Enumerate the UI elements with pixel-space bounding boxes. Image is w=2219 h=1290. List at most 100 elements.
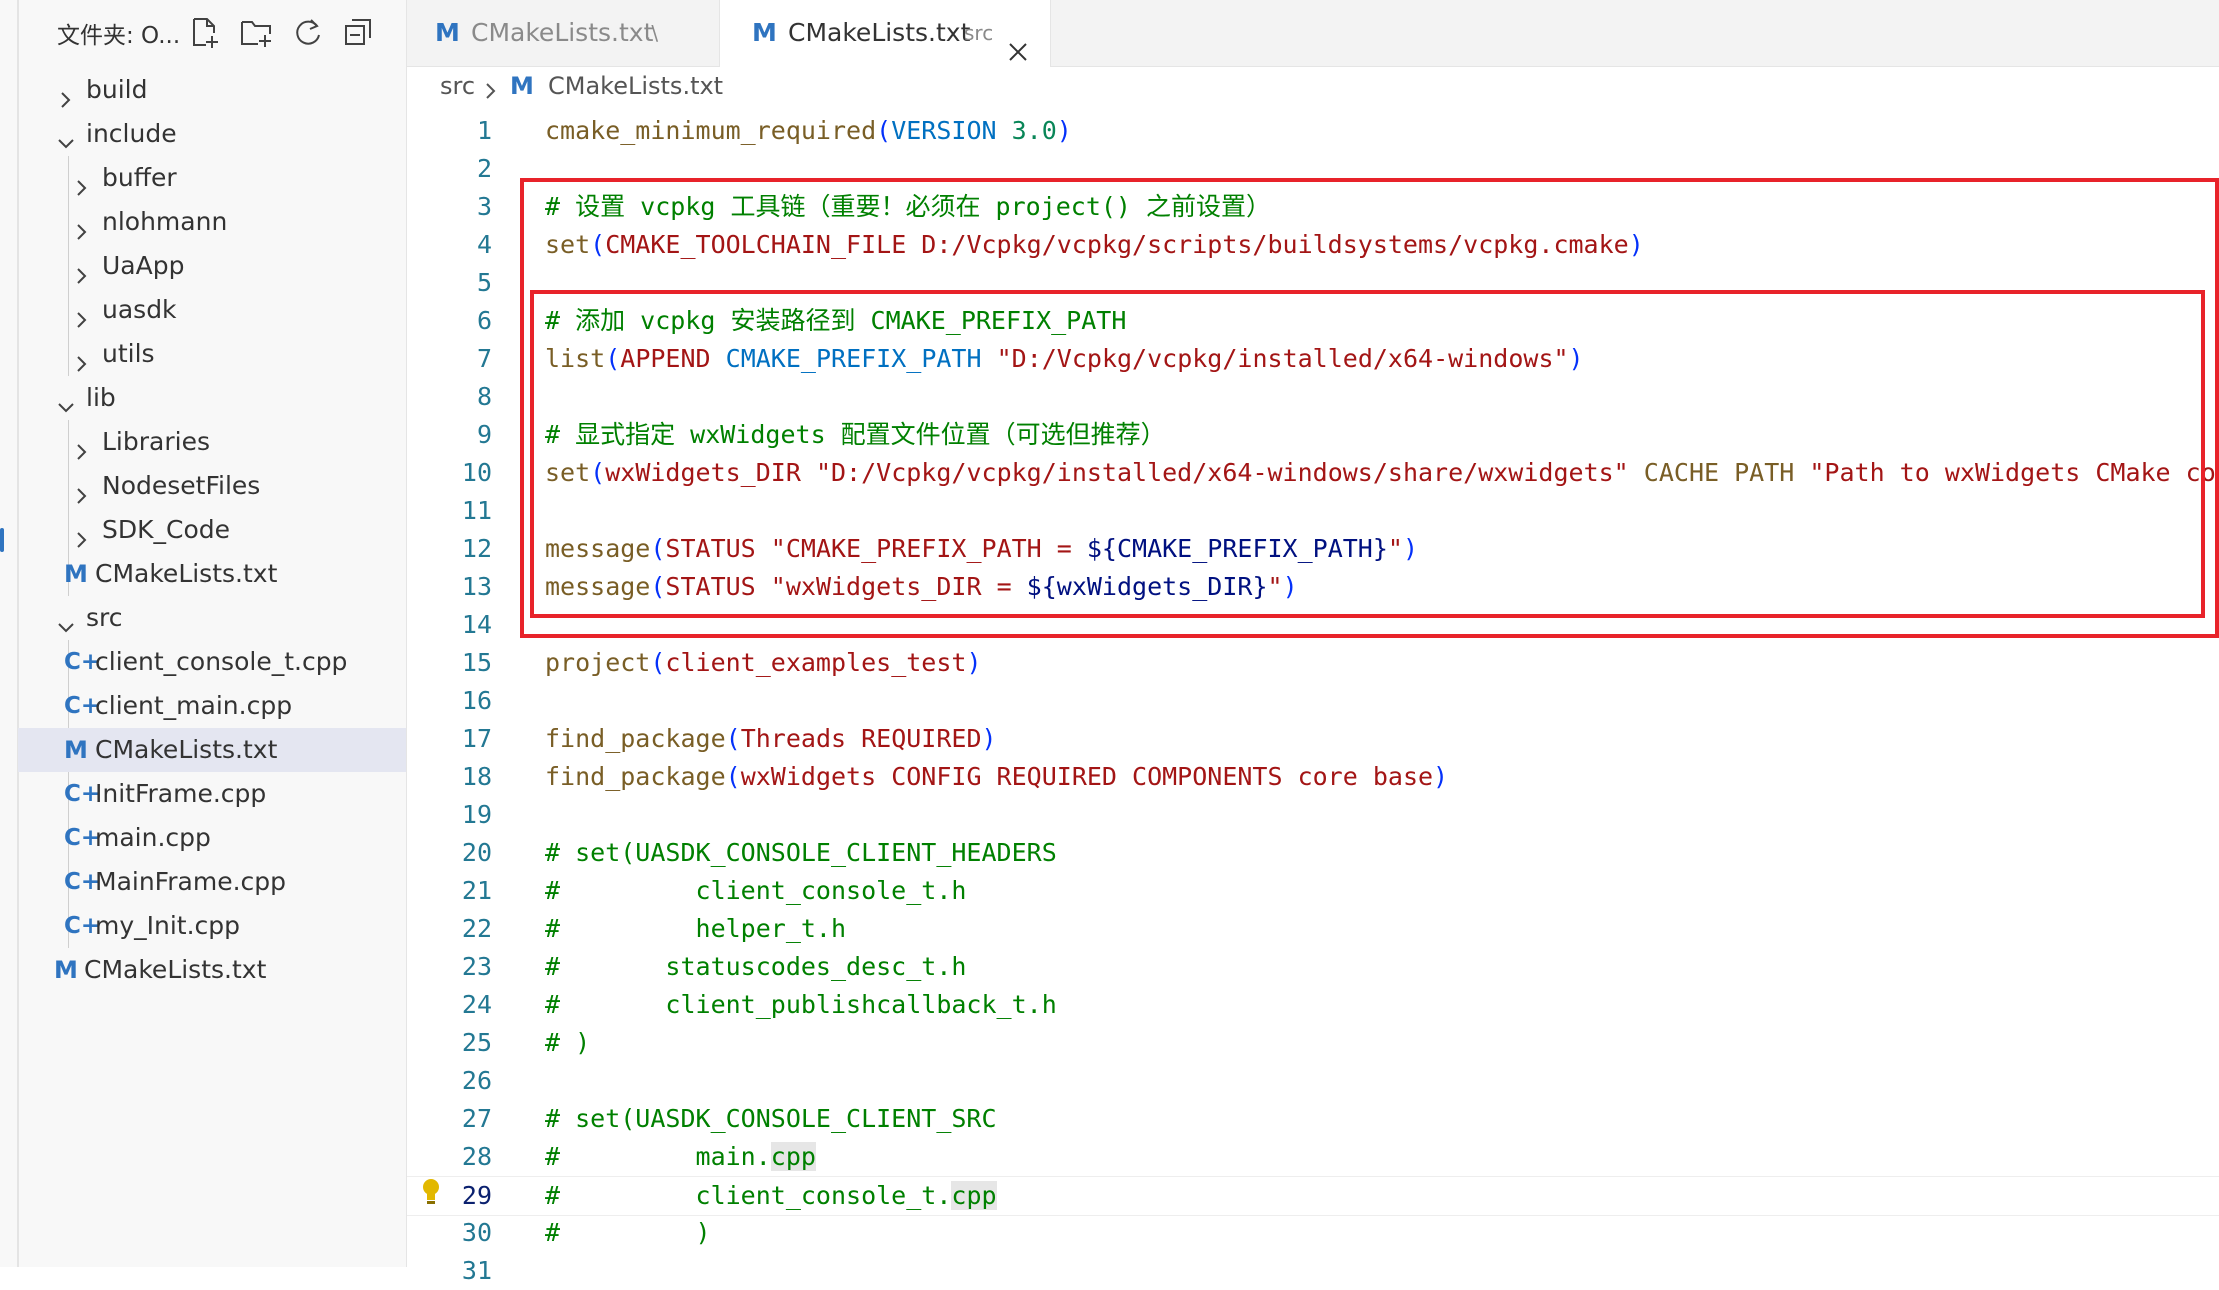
tree-item-label: SDK_Code	[102, 515, 231, 544]
line-number: 18	[461, 762, 492, 791]
tree-file[interactable]: M CMakeLists.txt	[18, 552, 406, 596]
code-line[interactable]: 15 project(client_examples_test)	[407, 644, 2219, 682]
code-token: (	[650, 648, 666, 677]
annotation-box-inner	[530, 290, 2205, 618]
code-line[interactable]: 21 # client_console_t.h	[407, 872, 2219, 910]
tree-folder[interactable]: SDK_Code	[18, 508, 406, 552]
tree-item-label: lib	[86, 383, 116, 412]
tree-item-label: Libraries	[102, 427, 210, 456]
tree-folder[interactable]: nlohmann	[18, 200, 406, 244]
new-folder-icon[interactable]	[240, 16, 274, 50]
cmake-file-icon: M	[752, 18, 777, 47]
code-line[interactable]: 23 # statuscodes_desc_t.h	[407, 948, 2219, 986]
tree-file[interactable]: C+ client_console_t.cpp	[18, 640, 406, 684]
code-text: # )	[545, 1024, 590, 1062]
code-text: # client_console_t.cpp	[545, 1177, 997, 1215]
code-line[interactable]: 27 # set(UASDK_CONSOLE_CLIENT_SRC	[407, 1100, 2219, 1138]
collapse-all-icon[interactable]	[342, 16, 376, 50]
code-token: # client_publishcallback_t.h	[545, 990, 1057, 1019]
code-token: # client_console_t.h	[545, 876, 967, 905]
code-token: cpp	[770, 1142, 816, 1171]
chevron-right-icon[interactable]	[72, 344, 92, 372]
chevron-right-icon[interactable]	[72, 300, 92, 328]
line-number: 5	[476, 268, 492, 297]
tree-folder[interactable]: include	[18, 112, 406, 156]
breadcrumb-folder[interactable]: src	[440, 72, 475, 100]
tree-item-label: client_main.cpp	[95, 691, 293, 720]
tab-cmakelists-root[interactable]: M CMakeLists.txt .\	[407, 0, 720, 66]
new-file-icon[interactable]	[188, 16, 222, 50]
tree-file[interactable]: C+ InitFrame.cpp	[18, 772, 406, 816]
code-line[interactable]: 1 cmake_minimum_required(VERSION 3.0)	[407, 112, 2219, 150]
code-token: find_package	[545, 762, 726, 791]
tree-file[interactable]: C+ main.cpp	[18, 816, 406, 860]
line-number: 25	[461, 1028, 492, 1057]
tree-item-label: uasdk	[102, 295, 177, 324]
chevron-down-icon[interactable]	[56, 608, 76, 633]
code-text: # client_publishcallback_t.h	[545, 986, 1057, 1024]
chevron-down-icon[interactable]	[56, 124, 76, 149]
chevron-right-icon[interactable]	[72, 520, 92, 548]
chevron-right-icon[interactable]	[72, 168, 92, 196]
code-text: cmake_minimum_required(VERSION 3.0)	[545, 112, 1072, 150]
chevron-right-icon[interactable]	[72, 476, 92, 504]
tree-item-label: NodesetFiles	[102, 471, 261, 500]
tree-file[interactable]: C+ MainFrame.cpp	[18, 860, 406, 904]
code-token: # helper_t.h	[545, 914, 847, 943]
tree-folder[interactable]: build	[18, 68, 406, 112]
tree-folder[interactable]: uasdk	[18, 288, 406, 332]
tree-folder[interactable]: utils	[18, 332, 406, 376]
line-number: 3	[476, 192, 492, 221]
chevron-right-icon[interactable]	[56, 80, 76, 108]
tree-folder[interactable]: NodesetFiles	[18, 464, 406, 508]
tree-file[interactable]: C+ my_Init.cpp	[18, 904, 406, 948]
close-icon[interactable]	[1007, 22, 1029, 61]
code-line[interactable]: 28 # main.cpp	[407, 1138, 2219, 1176]
refresh-icon[interactable]	[291, 16, 325, 50]
tab-cmakelists-src[interactable]: M CMakeLists.txt src	[720, 0, 1051, 67]
code-line[interactable]: 20 # set(UASDK_CONSOLE_CLIENT_HEADERS	[407, 834, 2219, 872]
sidebar-sash[interactable]	[0, 528, 4, 552]
code-line[interactable]: 29 # client_console_t.cpp	[407, 1176, 2219, 1216]
tree-folder[interactable]: UaApp	[18, 244, 406, 288]
code-line[interactable]: 30 # )	[407, 1214, 2219, 1252]
tree-file[interactable]: C+ client_main.cpp	[18, 684, 406, 728]
code-token: 3.0	[1011, 116, 1057, 145]
tree-item-label: my_Init.cpp	[95, 911, 241, 940]
code-token: cpp	[951, 1181, 997, 1210]
chevron-down-icon[interactable]	[56, 388, 76, 413]
code-line[interactable]: 19	[407, 796, 2219, 834]
code-token: find_package	[545, 724, 726, 753]
tree-file[interactable]: M CMakeLists.txt	[18, 728, 406, 772]
tree-folder[interactable]: src	[18, 596, 406, 640]
code-line[interactable]: 24 # client_publishcallback_t.h	[407, 986, 2219, 1024]
tree-folder[interactable]: Libraries	[18, 420, 406, 464]
code-line[interactable]: 18 find_package(wxWidgets CONFIG REQUIRED…	[407, 758, 2219, 796]
line-number: 30	[461, 1218, 492, 1247]
code-token: client_examples_test	[665, 648, 967, 677]
code-line[interactable]: 22 # helper_t.h	[407, 910, 2219, 948]
code-line[interactable]: 16	[407, 682, 2219, 720]
chevron-right-icon[interactable]	[72, 256, 92, 284]
code-line[interactable]: 26	[407, 1062, 2219, 1100]
breadcrumb-file[interactable]: CMakeLists.txt	[548, 72, 723, 100]
chevron-right-icon[interactable]	[72, 212, 92, 240]
code-line[interactable]: 31	[407, 1252, 2219, 1290]
code-text: # )	[545, 1214, 711, 1252]
tree-folder[interactable]: lib	[18, 376, 406, 420]
cmake-file-icon: M	[64, 736, 88, 764]
tree-folder[interactable]: buffer	[18, 156, 406, 200]
code-token: # )	[545, 1218, 711, 1247]
chevron-right-icon[interactable]	[72, 432, 92, 460]
tree-file[interactable]: M CMakeLists.txt	[18, 948, 406, 992]
code-token: project	[545, 648, 651, 677]
code-line[interactable]: 17 find_package(Threads REQUIRED)	[407, 720, 2219, 758]
line-number: 13	[461, 572, 492, 601]
code-line[interactable]: 25 # )	[407, 1024, 2219, 1062]
lightbulb-icon[interactable]	[420, 1177, 442, 1207]
tree-item-label: CMakeLists.txt	[84, 955, 267, 984]
line-number: 16	[461, 686, 492, 715]
explorer-sidebar: 文件夹: O... build include buffer nlohmann UaAp…	[0, 0, 407, 1267]
tree-item-label: CMakeLists.txt	[95, 559, 278, 588]
tree-item-label: build	[86, 75, 148, 104]
